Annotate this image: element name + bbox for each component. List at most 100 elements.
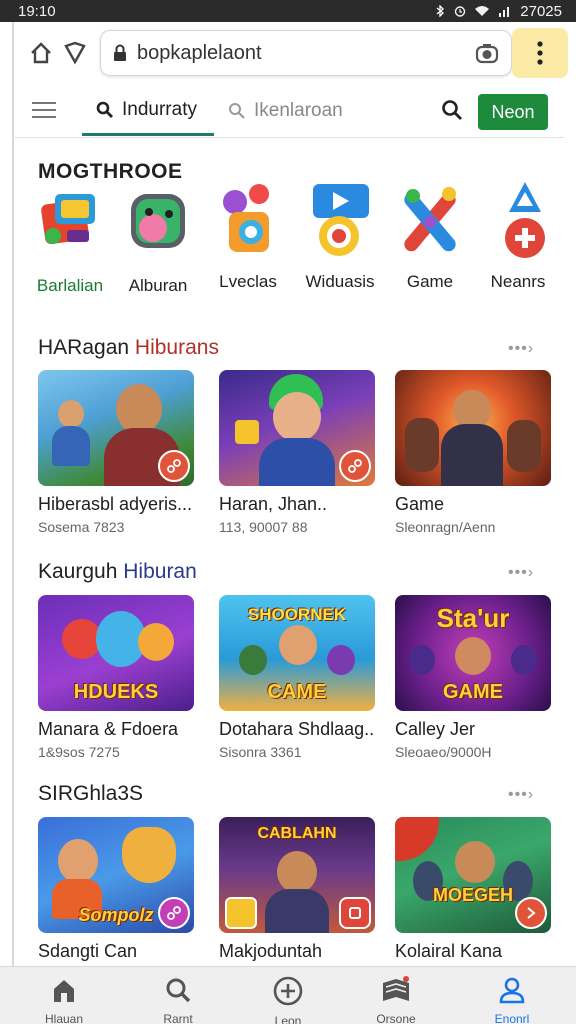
thumbnail-caption: HDUEKS <box>73 681 159 703</box>
browser-menu-button[interactable] <box>512 28 568 78</box>
section-title-accent: Hiburans <box>134 336 219 359</box>
game-thumbnail <box>219 370 375 486</box>
game-subtitle: 1&9sos 7275 <box>38 744 120 760</box>
more-vert-icon <box>537 41 543 65</box>
wifi-icon <box>475 6 490 16</box>
game-title: Hiberasbl adyeris... <box>38 494 193 514</box>
search-icon[interactable] <box>440 98 464 122</box>
home-icon <box>54 980 74 1002</box>
category-item[interactable]: Barlalian <box>28 186 112 296</box>
game-thumbnail: Sta'ur GAME <box>395 595 551 711</box>
status-icons: 27025 <box>434 3 562 20</box>
tab-active-label: Indurraty <box>122 98 197 120</box>
game-card[interactable]: Sta'ur GAME Calley Jer Sleoaeo/9000H <box>395 595 551 760</box>
tab-active[interactable]: Indurraty <box>82 86 214 136</box>
search-icon <box>96 101 113 118</box>
thumbnail-caption: SHOORNEK <box>247 605 347 624</box>
game-card[interactable]: Haran, Jhan.. 113, 90007 88 <box>219 370 375 535</box>
gamepad-icon <box>125 186 191 258</box>
nav-item-search[interactable]: Rarnt <box>138 975 218 1024</box>
nav-label: Leon <box>274 1014 302 1024</box>
game-subtitle: Sleonragn/Aenn <box>395 519 496 535</box>
game-title: Kolairal Kana <box>395 941 503 961</box>
neon-button[interactable]: Neon <box>478 94 548 130</box>
nav-item-profile[interactable]: Enonrl <box>472 975 552 1024</box>
category-item[interactable]: Widuasis <box>298 182 382 292</box>
console-icon <box>37 186 103 258</box>
thumbnail-caption: CAME <box>267 681 327 703</box>
add-icon <box>485 182 551 258</box>
game-thumbnail: Sompolz <box>38 817 194 933</box>
category-label: Neanrs <box>490 272 546 291</box>
game-card[interactable]: HDUEKS Manara & Fdoera 1&9sos 7275 <box>38 595 194 760</box>
thumbnail-caption: CABLAHN <box>257 825 337 842</box>
game-title: Dotahara Shdlaag.. <box>219 719 375 739</box>
game-thumbnail: MOEGEH <box>395 817 551 933</box>
game-thumbnail <box>395 370 551 486</box>
home-icon[interactable] <box>24 36 58 70</box>
game-card[interactable]: MOEGEH Kolairal Kana <box>395 817 551 962</box>
game-subtitle: 113, 90007 88 <box>219 519 308 535</box>
url-text: bopkaplelaont <box>137 41 262 64</box>
section-title: Kaurguh Hiburan <box>38 560 197 584</box>
game-title: Sdangti Can <box>38 941 138 961</box>
game-card[interactable]: Sompolz Sdangti Can <box>38 817 194 962</box>
bluetooth-icon <box>436 5 445 17</box>
section-title-accent: Hiburan <box>123 560 197 583</box>
search-field[interactable]: Ikenlaroan <box>228 86 343 136</box>
video-icon <box>307 182 373 256</box>
section-title: SIRGhla3S <box>38 782 143 806</box>
share-icon[interactable] <box>158 897 190 929</box>
section-title-main: HARagan <box>38 336 130 359</box>
shield-icon[interactable] <box>58 36 92 70</box>
address-row: bopkaplelaont <box>12 22 568 84</box>
share-icon[interactable] <box>158 450 190 482</box>
category-item[interactable]: Neanrs <box>476 182 560 292</box>
section-more-button[interactable]: •••› <box>508 786 534 804</box>
section-more-button[interactable]: •••› <box>508 564 534 582</box>
nav-label: Orsone <box>376 1012 416 1024</box>
nav-item-home[interactable]: Hlauan <box>24 975 104 1024</box>
game-thumbnail: HDUEKS <box>38 595 194 711</box>
menu-icon[interactable] <box>32 102 56 120</box>
window-frame <box>12 22 14 982</box>
game-card[interactable]: SHOORNEK CAME Dotahara Shdlaag.. Sisonra… <box>219 595 375 760</box>
nav-item-add[interactable]: Leon <box>248 975 328 1024</box>
nav-item-library[interactable]: Orsone <box>356 975 436 1024</box>
signal-icon <box>499 7 510 17</box>
game-subtitle: Sosema 7823 <box>38 519 125 535</box>
library-icon <box>383 976 409 1001</box>
category-item[interactable]: Alburan <box>116 186 200 296</box>
categories-row: Barlalian Alburan Lveclas Widuasis Game … <box>28 180 558 298</box>
bottom-navigation: Hlauan Rarnt Leon Orsone Enonrl <box>0 966 576 1024</box>
game-card[interactable]: Game Sleonragn/Aenn <box>395 370 551 535</box>
joystick-icon <box>397 182 463 254</box>
status-right-text: 27025 <box>520 2 562 20</box>
category-label: Alburan <box>128 276 188 295</box>
share-icon[interactable] <box>339 450 371 482</box>
section-title-main: Kaurguh <box>38 560 118 583</box>
camera-icon[interactable] <box>475 41 499 65</box>
game-card[interactable]: Hiberasbl adyeris... Sosema 7823 <box>38 370 194 535</box>
game-title: Calley Jer <box>395 719 476 739</box>
section-title: HARagan Hiburans <box>38 336 219 360</box>
url-bar[interactable]: bopkaplelaont <box>100 30 512 76</box>
tab-row: Indurraty Ikenlaroan Neon <box>12 86 564 138</box>
category-item[interactable]: Game <box>388 182 472 292</box>
game-subtitle: Sleoaeo/9000H <box>395 744 492 760</box>
search-icon <box>166 978 191 1003</box>
play-icon[interactable] <box>515 897 547 929</box>
camera-app-icon <box>215 182 281 254</box>
category-label: Widuasis <box>305 272 375 291</box>
alarm-icon <box>455 6 466 17</box>
game-card[interactable]: CABLAHN Makjoduntah <box>219 817 375 962</box>
record-icon[interactable] <box>339 897 371 929</box>
game-thumbnail: SHOORNEK CAME <box>219 595 375 711</box>
section-title-main: SIRGhla3S <box>38 782 144 805</box>
game-title: Game <box>395 494 445 514</box>
game-title: Manara & Fdoera <box>38 719 179 739</box>
category-label: Barlalian <box>36 276 104 295</box>
category-item[interactable]: Lveclas <box>206 182 290 292</box>
nav-label: Hlauan <box>44 1012 84 1024</box>
section-more-button[interactable]: •••› <box>508 340 534 358</box>
